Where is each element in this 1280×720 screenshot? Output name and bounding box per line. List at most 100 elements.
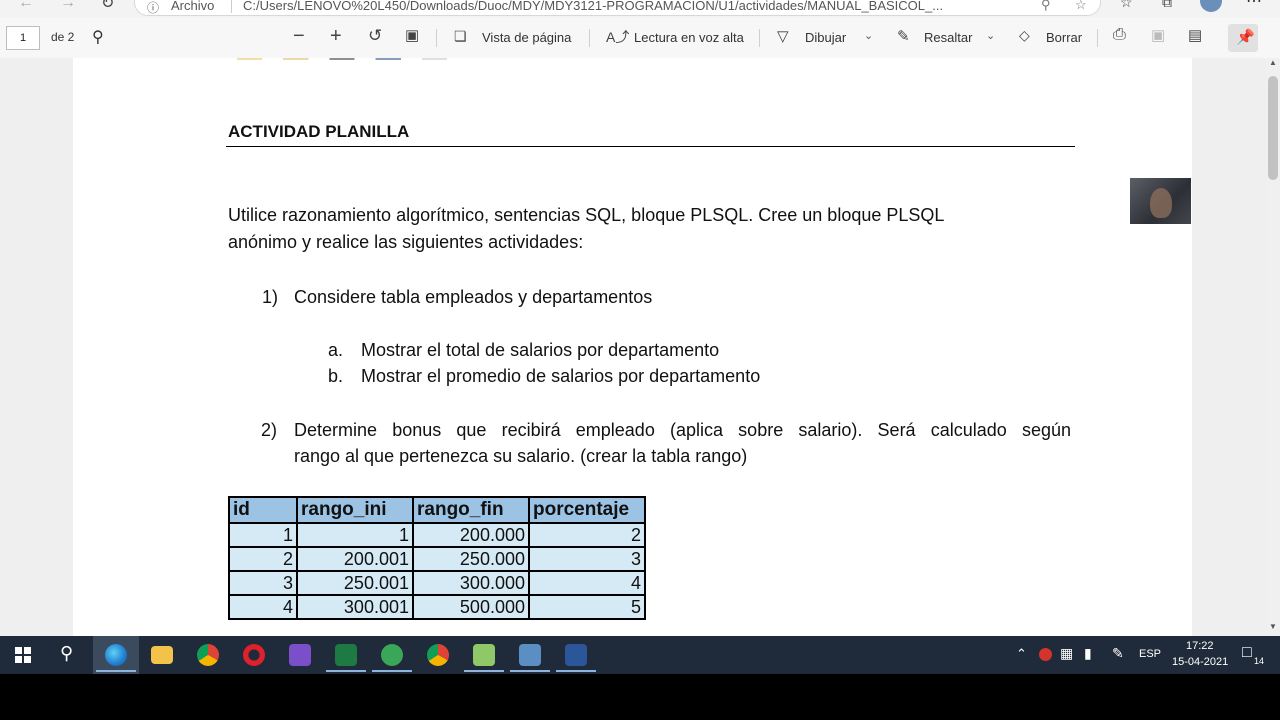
word-icon[interactable]	[565, 644, 587, 666]
word-running-indicator	[556, 670, 596, 672]
search-icon[interactable]: ⚲	[92, 27, 104, 47]
rango-table: id rango_ini rango_fin porcentaje 1 1 20…	[228, 496, 646, 620]
table-cell: 300.000	[412, 570, 530, 596]
pin-toolbar-button[interactable]: 📌	[1228, 24, 1258, 52]
read-aloud-button[interactable]: Lectura en voz alta	[634, 30, 744, 45]
page-view-icon: ❏	[454, 28, 467, 44]
notification-count-badge: 14	[1252, 656, 1267, 666]
draw-button[interactable]: Dibujar	[805, 30, 846, 45]
table-cell: 3	[228, 570, 298, 596]
url-text: C:/Users/LENOVO%20L450/Downloads/Duoc/MD…	[243, 0, 944, 13]
list-item-2-line-2: rango al que pertenezca su salario. (cre…	[294, 446, 748, 466]
print-icon[interactable]: ⎙	[1113, 26, 1126, 44]
windows-taskbar: ⚲ ⌃ ▦ ▮ ✎ ESP 17:22 15-04-2021 □ 14	[0, 636, 1280, 674]
notepad-running-indicator	[464, 670, 504, 672]
table-row: 3 250.001 300.000 4	[228, 570, 646, 596]
antivirus-icon[interactable]	[1039, 648, 1052, 661]
letterbox-bottom	[0, 674, 1280, 720]
network-app-icon[interactable]	[381, 644, 403, 666]
table-cell: 250.000	[412, 546, 530, 572]
webcam-overlay	[1130, 178, 1191, 224]
table-cell: 300.001	[296, 594, 414, 620]
edge-icon[interactable]	[105, 644, 127, 666]
table-row: 4 300.001 500.000 5	[228, 594, 646, 620]
intro-line-1: Utilice razonamiento algorítmico, senten…	[228, 205, 945, 225]
excel-icon[interactable]	[335, 644, 357, 666]
site-label: Archivo	[171, 0, 215, 13]
table-cell: 2	[528, 522, 646, 548]
save-as-icon[interactable]: ▤	[1188, 26, 1202, 44]
erase-button[interactable]: Borrar	[1046, 30, 1082, 45]
app-window-icon[interactable]	[519, 644, 541, 666]
language-indicator[interactable]: ESP	[1139, 648, 1161, 660]
fit-page-icon[interactable]: ▣	[405, 26, 419, 44]
search-icon[interactable]: ⚲	[60, 643, 73, 664]
zoom-in-icon[interactable]: +	[330, 25, 342, 48]
favorites-add-icon[interactable]: ☆	[1075, 0, 1087, 13]
webcam-person	[1150, 188, 1172, 218]
more-icon[interactable]: ⋯	[1246, 0, 1262, 11]
save-icon[interactable]: ▣	[1151, 26, 1165, 44]
sublist-item-a: Mostrar el total de salarios por departa…	[361, 340, 720, 360]
forward-icon[interactable]: →	[60, 0, 76, 12]
rotate-icon[interactable]: ↺	[368, 26, 382, 46]
visual-studio-icon[interactable]	[289, 644, 311, 666]
clock-date[interactable]: 15-04-2021	[1172, 656, 1228, 668]
table-cell: 200.001	[296, 546, 414, 572]
scroll-down-arrow-icon[interactable]: ▼	[1269, 622, 1277, 631]
eraser-icon: ◇	[1019, 27, 1030, 43]
excel-running-indicator	[326, 670, 366, 672]
scroll-up-arrow-icon[interactable]: ▲	[1269, 58, 1277, 67]
network-app-running-indicator	[372, 670, 412, 672]
list-item-1: Considere tabla empleados y departamento…	[294, 287, 653, 307]
favorites-icon[interactable]: ☆	[1120, 0, 1133, 11]
browser-address-bar: ← → ↻ ⓘ Archivo C:/Users/LENOVO%20L450/D…	[0, 0, 1280, 18]
heading-underline	[226, 146, 1075, 147]
toolbar-divider	[759, 29, 760, 47]
draw-icon: ▽	[777, 28, 789, 45]
table-cell: 1	[296, 522, 414, 548]
table-row: 2 200.001 250.000 3	[228, 546, 646, 572]
sublist-letter-a: a.	[328, 340, 344, 360]
battery-icon[interactable]: ▮	[1084, 645, 1092, 662]
start-windows-icon[interactable]	[15, 647, 31, 663]
chrome-icon-2[interactable]	[427, 644, 449, 666]
table-header-cell: porcentaje	[528, 496, 646, 524]
read-aloud-icon: A⤴	[606, 29, 630, 45]
highlight-button[interactable]: Resaltar	[924, 30, 972, 45]
table-cell: 3	[528, 546, 646, 572]
pen-icon[interactable]: ✎	[1112, 645, 1124, 662]
scrollbar-thumb[interactable]	[1268, 76, 1278, 180]
table-header-row: id rango_ini rango_fin porcentaje	[228, 496, 646, 524]
collections-icon[interactable]: ⧉	[1162, 0, 1172, 11]
intro-line-2: anónimo y realice las siguientes activid…	[228, 232, 584, 252]
keyboard-icon[interactable]: ▦	[1060, 645, 1073, 662]
url-field[interactable]: ⓘ Archivo C:/Users/LENOVO%20L450/Downloa…	[134, 0, 1101, 16]
sublist-item-b: Mostrar el promedio de salarios por depa…	[361, 366, 761, 386]
clock-time[interactable]: 17:22	[1186, 640, 1214, 652]
toolbar-divider	[1097, 29, 1098, 47]
tray-chevron-up-icon[interactable]: ⌃	[1016, 646, 1027, 662]
notepad-plus-icon[interactable]	[473, 644, 495, 666]
table-header-cell: rango_fin	[412, 496, 530, 524]
page-view-button[interactable]: Vista de página	[482, 30, 571, 45]
table-header-cell: rango_ini	[296, 496, 414, 524]
back-icon[interactable]: ←	[18, 0, 34, 12]
zoom-icon[interactable]: ⚲	[1041, 0, 1051, 13]
highlight-chevron-down-icon[interactable]: ⌄	[986, 29, 995, 42]
table-cell: 2	[228, 546, 298, 572]
notification-icon[interactable]: □	[1242, 644, 1252, 662]
app-window-running-indicator	[510, 670, 550, 672]
zoom-out-icon[interactable]: −	[293, 25, 305, 48]
refresh-icon[interactable]: ↻	[101, 0, 114, 13]
opera-icon[interactable]	[243, 644, 265, 666]
draw-chevron-down-icon[interactable]: ⌄	[864, 29, 873, 42]
sublist-letter-b: b.	[328, 366, 344, 386]
profile-avatar[interactable]	[1200, 0, 1222, 12]
file-explorer-icon[interactable]	[151, 646, 173, 664]
toolbar-divider	[436, 29, 437, 47]
table-cell: 1	[228, 522, 298, 548]
chrome-icon[interactable]	[197, 644, 219, 666]
pdf-toolbar: 1 de 2 ⚲ − + ↺ ▣ ❏ Vista de página A⤴ Le…	[0, 18, 1280, 59]
page-number-input[interactable]: 1	[6, 26, 40, 50]
